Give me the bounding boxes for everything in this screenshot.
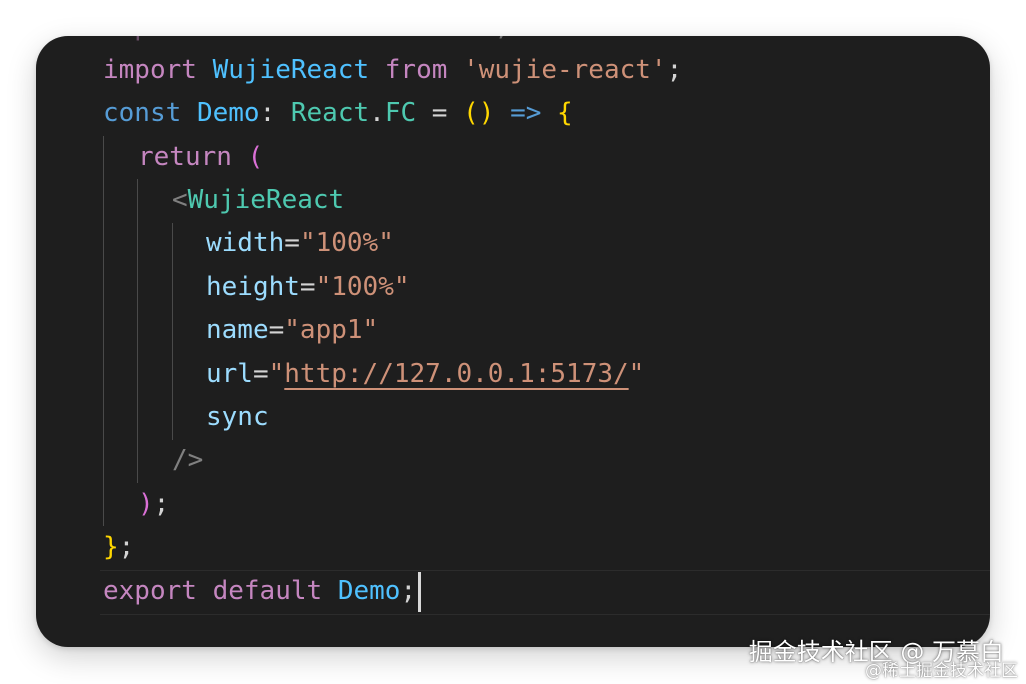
code-line-8: url = " http://127.0.0.1:5173/" — [206, 353, 644, 396]
code-area[interactable]: import React from 'react'; import WujieR… — [36, 36, 990, 647]
code-line-1: import WujieReact from 'wujie-react'; — [103, 55, 683, 85]
code-line-0: import React from 'react'; — [103, 36, 510, 49]
code-line-11: ); — [138, 489, 170, 519]
code-line-7: name = "app1" — [206, 315, 379, 345]
code-line-3: return ( — [138, 142, 264, 172]
code-line-10: /> — [172, 445, 204, 475]
code-line-12: }; — [103, 532, 135, 562]
code-line-13: export default Demo; — [103, 570, 422, 613]
url-link[interactable]: http://127.0.0.1:5173/ — [284, 353, 628, 396]
watermark-community: @稀土掘金技术社区 — [865, 661, 1018, 681]
code-editor[interactable]: import React from 'react'; import WujieR… — [36, 36, 990, 647]
code-line-2: const Demo: React. FC = () => { — [103, 98, 573, 128]
screenshot-stage: import React from 'react'; import WujieR… — [0, 0, 1026, 684]
code-line-9: sync — [206, 402, 269, 432]
text-cursor — [418, 571, 422, 612]
code-line-6: height = "100%" — [206, 272, 410, 302]
code-line-5: width = "100%" — [206, 228, 394, 258]
code-line-4: < WujieReact — [172, 185, 345, 215]
